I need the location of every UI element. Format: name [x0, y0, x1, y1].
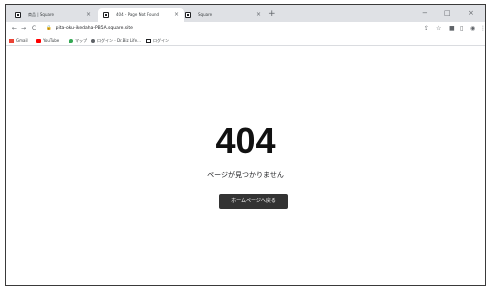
reload-button[interactable]: C: [32, 24, 36, 34]
gmail-icon: [9, 38, 14, 43]
tab-square[interactable]: Square ×: [180, 8, 266, 22]
maximize-button[interactable]: □: [444, 7, 451, 19]
bookmark-label: マップ: [75, 38, 87, 43]
bookmarks-bar: Gmail YouTube マップ ログイン - Dr.Biz Life... …: [6, 36, 485, 46]
tab-square-items[interactable]: 商品 | Square ×: [10, 8, 96, 22]
bookmark-star-icon[interactable]: ☆: [436, 24, 441, 34]
bookmark-maps[interactable]: マップ: [69, 36, 87, 45]
bookmark-label: Gmail: [16, 38, 28, 43]
extensions-icon[interactable]: ■: [449, 24, 455, 34]
menu-icon[interactable]: ⋮: [480, 24, 485, 34]
share-icon[interactable]: ⇪: [424, 24, 429, 34]
tab-label: Square: [198, 12, 213, 17]
bookmark-label: ログイン: [153, 38, 169, 43]
url-text: pita-oku-ikedaha-PB5A.square.site: [55, 26, 133, 31]
error-code: 404: [215, 120, 276, 161]
forward-button[interactable]: →: [21, 24, 26, 34]
new-tab-button[interactable]: +: [268, 7, 276, 21]
square-favicon-icon: [103, 12, 109, 18]
close-window-button[interactable]: ×: [468, 7, 474, 19]
return-home-button[interactable]: ホームページへ戻る: [219, 194, 288, 209]
square-icon: [146, 38, 151, 43]
tab-404[interactable]: 404 - Page Not Found ×: [98, 8, 184, 22]
toolbar: ← → C 🔒 pita-oku-ikedaha-PB5A.square.site…: [6, 22, 485, 36]
minimize-button[interactable]: −: [422, 7, 428, 19]
tab-close-icon[interactable]: ×: [256, 8, 261, 22]
tab-strip: 商品 | Square × 404 - Page Not Found × Squ…: [6, 5, 485, 22]
browser-window: 商品 | Square × 404 - Page Not Found × Squ…: [5, 4, 486, 286]
youtube-icon: [36, 38, 41, 43]
bookmark-label: ログイン - Dr.Biz Life...: [97, 38, 141, 43]
bookmark-drbiz-login[interactable]: ログイン - Dr.Biz Life...: [91, 36, 141, 45]
back-button[interactable]: ←: [12, 24, 17, 34]
address-bar[interactable]: 🔒 pita-oku-ikedaha-PB5A.square.site: [46, 24, 446, 34]
tab-label: 商品 | Square: [28, 12, 54, 17]
tab-label: 404 - Page Not Found: [116, 12, 160, 17]
square-favicon-icon: [15, 12, 21, 18]
page-content: 404 ページが見つかりません ホームページへ戻る: [6, 46, 485, 285]
error-message: ページが見つかりません: [207, 171, 284, 179]
bookmark-square-login[interactable]: ログイン: [146, 36, 169, 45]
sidebar-icon[interactable]: ▯: [460, 24, 463, 34]
profile-icon[interactable]: ◉: [470, 24, 475, 34]
bookmark-label: YouTube: [43, 38, 60, 43]
square-favicon-icon: [185, 12, 191, 18]
lock-icon: 🔒: [46, 26, 52, 31]
maps-icon: [69, 38, 73, 43]
bookmark-gmail[interactable]: Gmail: [9, 36, 28, 45]
tab-close-icon[interactable]: ×: [174, 8, 179, 22]
globe-icon: [91, 38, 95, 43]
tab-close-icon[interactable]: ×: [86, 8, 91, 22]
bookmark-youtube[interactable]: YouTube: [36, 36, 59, 45]
